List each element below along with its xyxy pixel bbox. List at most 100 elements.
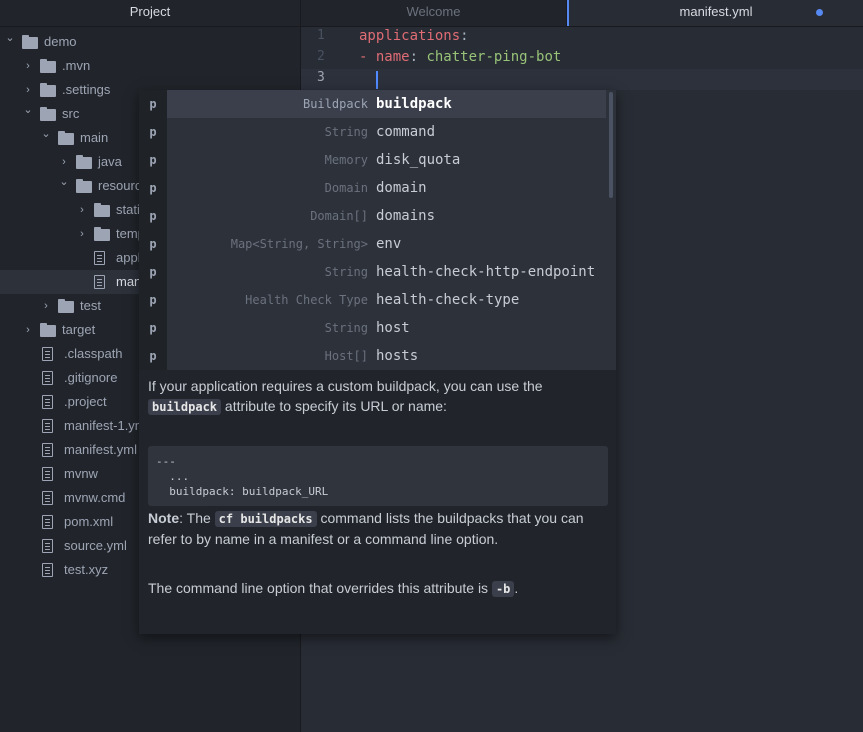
autocomplete-item-type: Host[]	[324, 349, 368, 363]
autocomplete-item-name: host	[376, 320, 410, 336]
file-icon	[42, 491, 53, 505]
file-icon	[42, 443, 53, 457]
file-icon	[42, 539, 53, 553]
autocomplete-item[interactable]: p Host[] hosts	[139, 342, 606, 370]
autocomplete-list[interactable]: p Host[] hosts p String host p Health Check Typ…	[139, 90, 616, 370]
folder-icon	[40, 323, 56, 337]
chevron-right-icon[interactable]: ›	[40, 294, 52, 318]
yaml-dash: -	[359, 49, 376, 65]
current-line-highlight	[301, 69, 863, 90]
modified-indicator-icon[interactable]	[816, 9, 823, 16]
doc-inline-code: -b	[491, 581, 515, 597]
folder-icon	[58, 299, 74, 313]
property-badge-icon: p	[139, 258, 167, 286]
yaml-colon: :	[409, 49, 427, 65]
chevron-down-icon[interactable]: ⌄	[22, 98, 34, 122]
tree-folder-item[interactable]: ⌄ demo	[0, 30, 300, 54]
folder-icon	[76, 179, 92, 193]
autocomplete-item-name: buildpack	[376, 96, 452, 112]
autocomplete-item-name: disk_quota	[376, 152, 461, 168]
chevron-right-icon[interactable]: ›	[22, 54, 34, 78]
file-icon	[42, 563, 53, 577]
autocomplete-item[interactable]: p String host	[139, 314, 606, 342]
file-icon	[42, 419, 53, 433]
code-line-2[interactable]: - name: chatter-ping-bot	[359, 49, 561, 65]
tree-folder-item[interactable]: › .mvn	[0, 54, 300, 78]
autocomplete-item[interactable]: p String health-check-http-endpoint	[139, 258, 606, 286]
property-badge-icon: p	[139, 146, 167, 174]
yaml-value: chatter-ping-bot	[426, 49, 562, 65]
doc-note-label: Note	[148, 510, 180, 526]
file-icon	[42, 395, 53, 409]
property-badge-icon: p	[139, 202, 167, 230]
code-line-1[interactable]: applications:	[359, 28, 469, 44]
doc-inline-code: cf buildpacks	[214, 511, 317, 527]
folder-icon	[76, 155, 92, 169]
tree-item-label: test	[80, 298, 101, 313]
doc-text: .	[514, 580, 519, 596]
yaml-key: applications	[359, 28, 461, 44]
autocomplete-popup: p Host[] hosts p String host p Health Check Typ…	[139, 90, 616, 634]
doc-paragraph-1: If your application requires a custom bu…	[148, 376, 608, 417]
autocomplete-item[interactable]: p Buildpack buildpack	[139, 90, 606, 118]
project-panel-title: Project	[0, 0, 300, 27]
text-cursor	[376, 71, 378, 89]
autocomplete-item-type: Map<String, String>	[230, 237, 368, 251]
tree-item-label: .mvn	[62, 58, 91, 73]
tree-item-label: pom.xml	[64, 514, 114, 529]
folder-icon	[40, 59, 56, 73]
property-badge-icon: p	[139, 314, 167, 342]
chevron-right-icon[interactable]: ›	[22, 318, 34, 342]
property-badge-icon: p	[139, 118, 167, 146]
tree-item-label: target	[62, 322, 96, 337]
chevron-down-icon[interactable]: ⌄	[4, 26, 16, 50]
autocomplete-item[interactable]: p Map<String, String> env	[139, 230, 606, 258]
tree-item-label: test.xyz	[64, 562, 109, 577]
file-icon	[42, 515, 53, 529]
yaml-key: name	[375, 49, 410, 65]
tab-manifest-yml[interactable]: manifest.yml	[567, 0, 863, 26]
autocomplete-item[interactable]: p String command	[139, 118, 606, 146]
tree-item-label: mvnw.cmd	[64, 490, 126, 505]
doc-text: The command line option that overrides t…	[148, 580, 492, 596]
file-icon	[42, 371, 53, 385]
autocomplete-item-name: command	[376, 124, 436, 140]
tree-item-label: .settings	[62, 82, 111, 97]
file-icon	[94, 251, 105, 265]
folder-icon	[40, 83, 56, 97]
folder-icon	[94, 203, 110, 217]
property-badge-icon: p	[139, 174, 167, 202]
autocomplete-item-name: domains	[376, 208, 436, 224]
property-badge-icon: p	[139, 90, 167, 118]
autocomplete-item[interactable]: p Domain[] domains	[139, 202, 606, 230]
autocomplete-item-type: Buildpack	[302, 97, 368, 111]
chevron-down-icon[interactable]: ⌄	[40, 122, 52, 146]
tab-bar: Welcome manifest.yml	[301, 0, 863, 27]
file-icon	[42, 347, 53, 361]
tab-welcome-label: Welcome	[406, 4, 461, 19]
doc-text: attribute to specify its URL or name:	[221, 398, 447, 414]
autocomplete-item-type: String	[324, 321, 368, 335]
autocomplete-item-type: Domain[]	[310, 209, 368, 223]
tree-item-label: .gitignore	[64, 370, 118, 385]
tree-item-label: source.yml	[64, 538, 127, 553]
chevron-down-icon[interactable]: ⌄	[58, 170, 70, 194]
folder-icon	[40, 107, 56, 121]
autocomplete-item[interactable]: p Health Check Type health-check-type	[139, 286, 606, 314]
autocomplete-item[interactable]: p Domain domain	[139, 174, 606, 202]
autocomplete-item-name: hosts	[376, 348, 419, 364]
autocomplete-item[interactable]: p Memory disk_quota	[139, 146, 606, 174]
chevron-right-icon[interactable]: ›	[76, 198, 88, 222]
tree-item-label: .project	[64, 394, 107, 409]
doc-text: If your application requires a custom bu…	[148, 378, 543, 394]
tab-welcome[interactable]: Welcome	[301, 0, 567, 26]
line-number: 2	[317, 49, 325, 64]
autocomplete-item-type: String	[324, 265, 368, 279]
autocomplete-item-type: Domain	[324, 181, 368, 195]
chevron-right-icon[interactable]: ›	[76, 222, 88, 246]
autocomplete-scrollbar[interactable]	[609, 92, 613, 198]
yaml-colon: :	[460, 28, 469, 44]
doc-code-block: --- ... buildpack: buildpack_URL	[148, 446, 608, 506]
line-number: 3	[317, 70, 325, 85]
autocomplete-item-name: domain	[376, 180, 427, 196]
